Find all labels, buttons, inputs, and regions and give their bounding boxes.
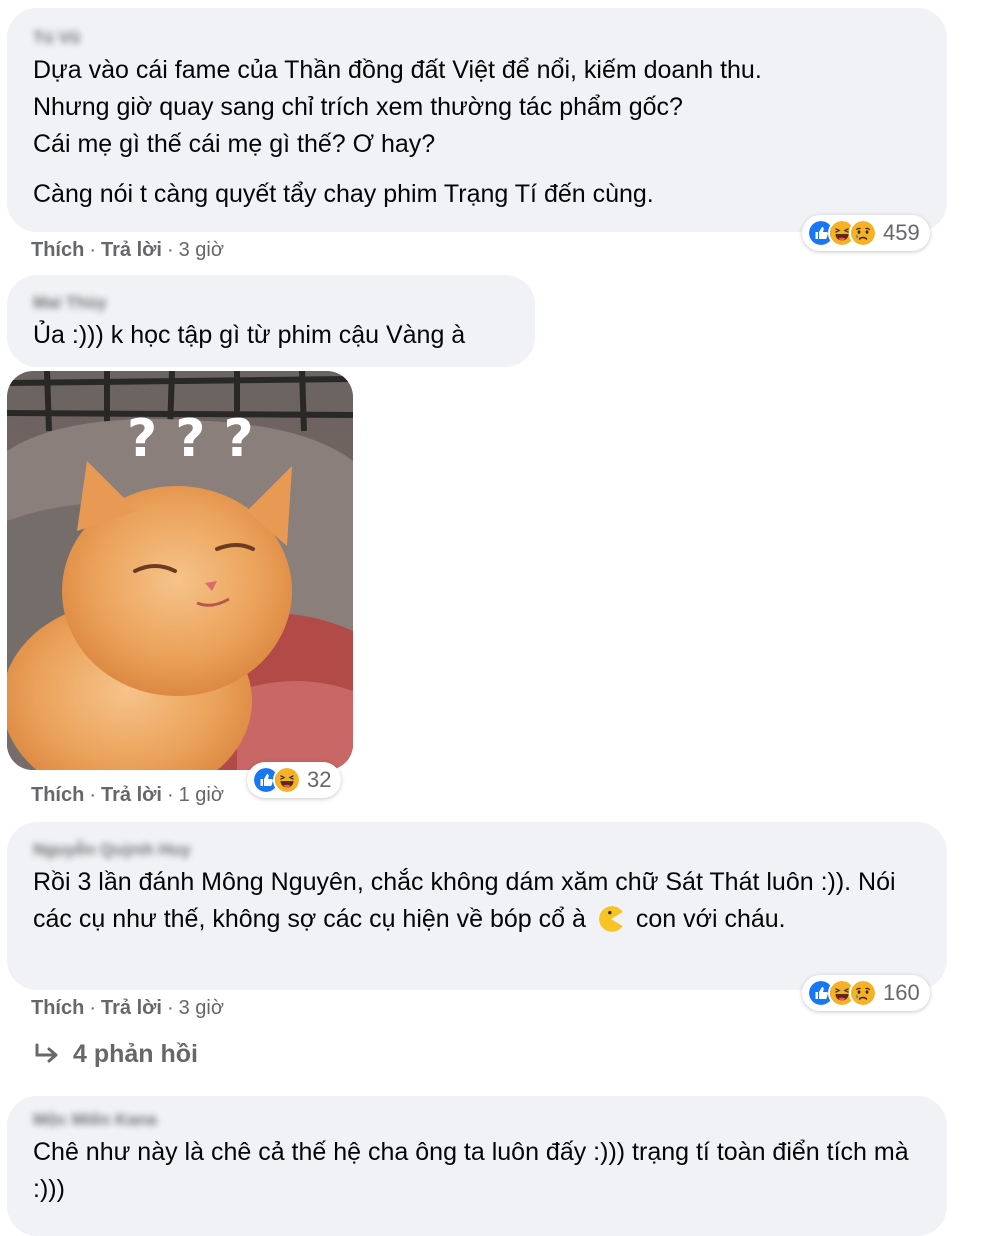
comment-text: Rồi 3 lần đánh Mông Nguyên, chắc không d… bbox=[33, 864, 923, 938]
sad-icon bbox=[849, 979, 877, 1007]
comment-bubble: Mộc Miên Kana Chê như này là chê cả thế … bbox=[7, 1096, 947, 1236]
reaction-count: 32 bbox=[307, 767, 332, 792]
reaction-count: 160 bbox=[883, 980, 920, 1005]
comment-actions: Thích · Trả lời · 3 giờ bbox=[31, 997, 224, 1019]
pacman-emoji-icon bbox=[598, 906, 623, 932]
reply-link[interactable]: Trả lời bbox=[101, 997, 162, 1019]
comment-text-part: con với cháu. bbox=[635, 905, 786, 933]
comment-actions: Thích · Trả lời · 1 giờ bbox=[31, 784, 224, 806]
comment-bubble: Nguyễn Quỳnh Huy Rồi 3 lần đánh Mông Ngu… bbox=[7, 822, 947, 990]
comment-author[interactable]: Mộc Miên Kana bbox=[33, 1110, 157, 1130]
like-link[interactable]: Thích bbox=[31, 239, 84, 261]
haha-icon bbox=[273, 766, 301, 794]
view-replies-link[interactable]: 4 phản hồi bbox=[33, 1040, 198, 1069]
comment-actions: Thích · Trả lời · 3 giờ bbox=[31, 239, 224, 261]
comment-text: Ủa :))) k học tập gì từ phim cậu Vàng à bbox=[33, 321, 466, 349]
reaction-count: 459 bbox=[883, 220, 920, 245]
reply-link[interactable]: Trả lời bbox=[101, 239, 162, 261]
like-link[interactable]: Thích bbox=[31, 784, 84, 806]
comment-bubble: Mai Thùy Ủa :))) k học tập gì từ phim cậ… bbox=[7, 275, 535, 367]
comment-text: Chê như này là chê cả thế hệ cha ông ta … bbox=[33, 1138, 909, 1203]
comment-time[interactable]: 3 giờ bbox=[179, 997, 224, 1019]
comment-author[interactable]: Tú Vũ bbox=[33, 28, 80, 48]
like-link[interactable]: Thích bbox=[31, 997, 84, 1019]
comment-author[interactable]: Nguyễn Quỳnh Huy bbox=[33, 840, 191, 860]
comment-time[interactable]: 1 giờ bbox=[179, 784, 224, 806]
replies-count-label: 4 phản hồi bbox=[73, 1040, 198, 1068]
comment-author[interactable]: Mai Thùy bbox=[33, 293, 107, 313]
reply-link[interactable]: Trả lời bbox=[101, 784, 162, 806]
image-overlay-text: ? ? ? bbox=[127, 409, 254, 469]
reaction-summary[interactable]: 32 bbox=[247, 762, 342, 798]
comment-paragraph: Càng nói t càng quyết tẩy chay phim Trạn… bbox=[33, 180, 654, 208]
reaction-summary[interactable]: 160 bbox=[802, 975, 930, 1011]
comment-photo[interactable]: ? ? ? bbox=[7, 371, 353, 770]
comment-text: Dựa vào cái fame của Thần đồng đất Việt … bbox=[33, 52, 923, 213]
comment-time[interactable]: 3 giờ bbox=[179, 239, 224, 261]
comment-bubble: Tú Vũ Dựa vào cái fame của Thần đồng đất… bbox=[7, 8, 947, 232]
reaction-summary[interactable]: 459 bbox=[802, 215, 930, 251]
sad-icon bbox=[849, 219, 877, 247]
comment-paragraph: Dựa vào cái fame của Thần đồng đất Việt … bbox=[33, 56, 762, 158]
kitten-image: ? ? ? bbox=[7, 371, 353, 770]
reply-arrow-icon bbox=[35, 1043, 58, 1062]
